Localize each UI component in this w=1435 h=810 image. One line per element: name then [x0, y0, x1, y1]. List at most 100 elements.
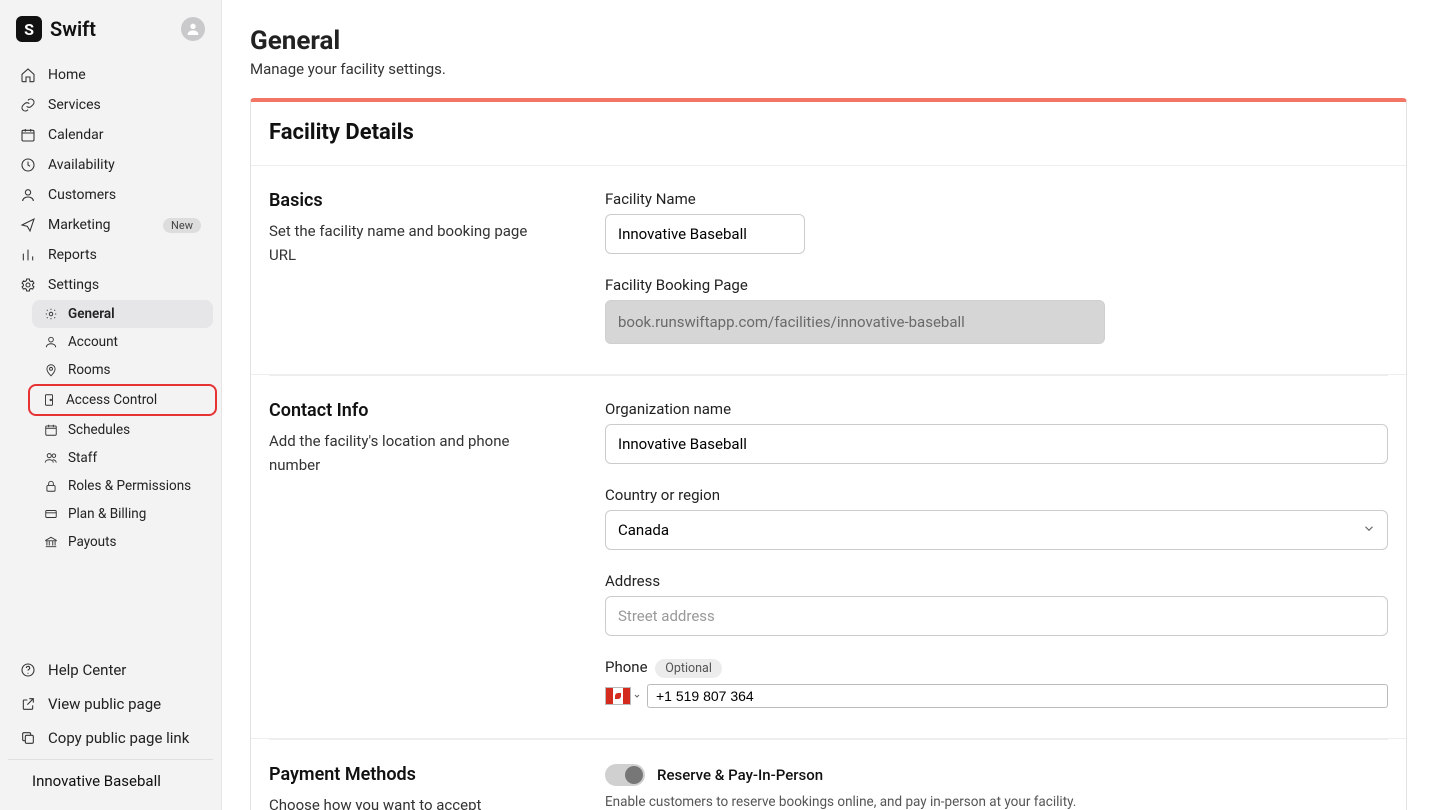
sidebar-item-marketing[interactable]: Marketing New [8, 210, 213, 240]
access-control-highlight: Access Control [28, 384, 217, 416]
sidebar-item-reports[interactable]: Reports [8, 240, 213, 270]
sidebar-item-label: Home [48, 67, 86, 83]
sidebar-item-home[interactable]: Home [8, 60, 213, 90]
section-basics-left: Basics Set the facility name and booking… [269, 190, 589, 344]
section-payment-left: Payment Methods Choose how you want to a… [269, 764, 589, 810]
sidebar-item-availability[interactable]: Availability [8, 150, 213, 180]
subnav-payouts[interactable]: Payouts [32, 528, 213, 556]
facility-name-label: Facility Name [605, 190, 1388, 208]
calendar-icon [20, 127, 36, 143]
footer-copy-link[interactable]: Copy public page link [8, 721, 213, 755]
section-basics-right: Facility Name Facility Booking Page book… [605, 190, 1388, 344]
user-icon [44, 335, 58, 349]
address-field: Address [605, 572, 1388, 636]
section-desc: Choose how you want to accept payments f… [269, 793, 549, 810]
sidebar-item-label: Marketing [48, 217, 111, 233]
page-title: General [250, 26, 1407, 56]
subnav-staff[interactable]: Staff [32, 444, 213, 472]
sidebar-item-customers[interactable]: Customers [8, 180, 213, 210]
sidebar-item-label: Services [48, 97, 101, 113]
avatar[interactable] [181, 17, 205, 41]
section-title: Payment Methods [269, 764, 589, 785]
subnav-roles[interactable]: Roles & Permissions [32, 472, 213, 500]
section-payment: Payment Methods Choose how you want to a… [251, 740, 1406, 810]
sidebar-item-label: Calendar [48, 127, 104, 143]
door-icon [42, 393, 56, 407]
sidebar-item-calendar[interactable]: Calendar [8, 120, 213, 150]
section-payment-right: Reserve & Pay-In-Person Enable customers… [605, 764, 1388, 810]
reserve-pay-toggle[interactable] [605, 764, 645, 786]
link-icon [20, 97, 36, 113]
sidebar-item-label: Plan & Billing [68, 506, 146, 522]
send-icon [20, 217, 36, 233]
country-field: Country or region [605, 486, 1388, 550]
section-desc: Add the facility's location and phone nu… [269, 429, 549, 477]
subnav-plan-billing[interactable]: Plan & Billing [32, 500, 213, 528]
subnav-account[interactable]: Account [32, 328, 213, 356]
facility-name-field: Facility Name [605, 190, 1388, 254]
phone-label: Phone Optional [605, 658, 1388, 678]
map-pin-icon [44, 363, 58, 377]
subnav-rooms[interactable]: Rooms [32, 356, 213, 384]
copy-icon [20, 730, 36, 746]
sidebar-item-label: Roles & Permissions [68, 478, 191, 494]
booking-page-label: Facility Booking Page [605, 276, 1388, 294]
bar-chart-icon [20, 247, 36, 263]
facility-name-input[interactable] [605, 214, 805, 254]
address-input[interactable] [605, 596, 1388, 636]
sidebar-item-label: Rooms [68, 362, 111, 378]
phone-country-selector[interactable] [605, 684, 641, 708]
footer-view-public[interactable]: View public page [8, 687, 213, 721]
optional-badge: Optional [655, 659, 722, 678]
org-name[interactable]: Innovative Baseball [8, 759, 213, 802]
new-badge: New [163, 218, 201, 233]
main: General Manage your facility settings. F… [222, 0, 1435, 810]
sidebar-header: S Swift [0, 16, 221, 60]
users-icon [44, 451, 58, 465]
user-icon [20, 187, 36, 203]
gear-icon [20, 277, 36, 293]
phone-field: Phone Optional [605, 658, 1388, 708]
section-contact: Contact Info Add the facility's location… [251, 376, 1406, 739]
credit-card-icon [44, 507, 58, 521]
footer-help-center[interactable]: Help Center [8, 653, 213, 687]
org-name-input[interactable] [605, 424, 1388, 464]
sidebar-item-label: General [68, 306, 115, 322]
sidebar: S Swift Home Services Calendar Availabil… [0, 0, 222, 810]
sidebar-item-label: Help Center [48, 661, 126, 679]
lock-icon [44, 479, 58, 493]
sidebar-item-label: View public page [48, 695, 161, 713]
page-subtitle: Manage your facility settings. [250, 60, 1407, 78]
org-name-field: Organization name [605, 400, 1388, 464]
toggle-desc: Enable customers to reserve bookings onl… [605, 794, 1388, 810]
phone-input[interactable] [647, 684, 1388, 708]
sidebar-item-settings[interactable]: Settings [8, 270, 213, 300]
facility-details-card: Facility Details Basics Set the facility… [250, 98, 1407, 810]
country-select[interactable] [605, 510, 1388, 550]
external-link-icon [20, 696, 36, 712]
org-name-label: Organization name [605, 400, 1388, 418]
subnav-general[interactable]: General [32, 300, 213, 328]
sidebar-item-label: Copy public page link [48, 729, 189, 747]
section-contact-right: Organization name Country or region Addr… [605, 400, 1388, 708]
section-contact-left: Contact Info Add the facility's location… [269, 400, 589, 708]
country-label: Country or region [605, 486, 1388, 504]
section-desc: Set the facility name and booking page U… [269, 219, 549, 267]
brand[interactable]: S Swift [16, 16, 96, 42]
subnav-schedules[interactable]: Schedules [32, 416, 213, 444]
sidebar-item-services[interactable]: Services [8, 90, 213, 120]
section-title: Contact Info [269, 400, 589, 421]
sidebar-item-label: Reports [48, 247, 97, 263]
calendar-icon [44, 423, 58, 437]
sidebar-item-label: Staff [68, 450, 97, 466]
phone-label-text: Phone [605, 658, 648, 676]
flag-canada-icon [605, 687, 631, 705]
section-title: Basics [269, 190, 589, 211]
toggle-label: Reserve & Pay-In-Person [657, 766, 823, 784]
booking-page-value: book.runswiftapp.com/facilities/innovati… [605, 300, 1105, 344]
toggle-knob-icon [625, 766, 643, 784]
section-basics: Basics Set the facility name and booking… [251, 166, 1406, 375]
subnav-access-control[interactable]: Access Control [30, 386, 211, 414]
sidebar-nav: Home Services Calendar Availability Cust… [0, 60, 221, 645]
reserve-pay-toggle-row: Reserve & Pay-In-Person [605, 764, 1388, 786]
